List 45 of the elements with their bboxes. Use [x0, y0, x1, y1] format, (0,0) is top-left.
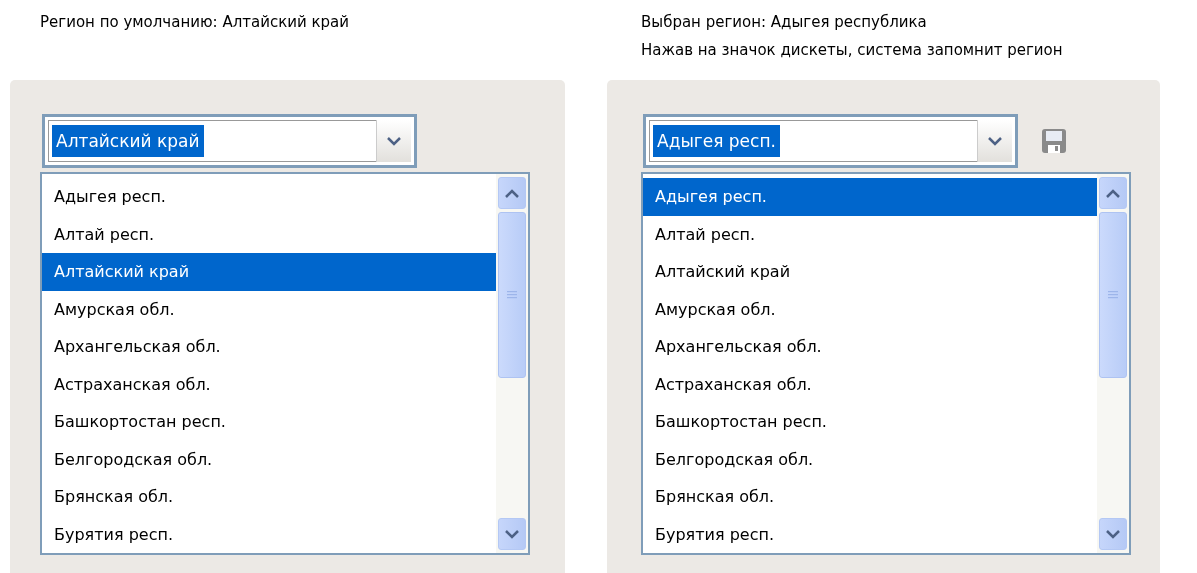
list-item[interactable]: Белгородская обл. — [643, 440, 1097, 478]
list-item[interactable]: Амурская обл. — [643, 290, 1097, 328]
chevron-down-icon — [1106, 529, 1120, 539]
list-item[interactable]: Брянская обл. — [42, 478, 496, 516]
chevron-up-icon — [505, 188, 519, 198]
list-item[interactable]: Амурская обл. — [42, 290, 496, 328]
region-combo-box[interactable]: Адыгея респ. — [643, 114, 1018, 168]
list-item[interactable]: Адыгея респ. — [643, 178, 1097, 216]
list-item[interactable]: Адыгея респ. — [42, 178, 496, 216]
scroll-up-button[interactable] — [1099, 177, 1127, 209]
list-item[interactable]: Алтайский край — [643, 253, 1097, 291]
chevron-up-icon — [1106, 188, 1120, 198]
list-item[interactable]: Алтай респ. — [42, 215, 496, 253]
list-item[interactable]: Брянская обл. — [643, 478, 1097, 516]
chevron-down-icon — [988, 136, 1002, 146]
region-combo-box[interactable]: Алтайский край — [42, 114, 417, 168]
list-item[interactable]: Башкортостан респ. — [643, 403, 1097, 441]
list-item[interactable]: Алтайский край — [42, 253, 496, 291]
chevron-down-icon — [387, 136, 401, 146]
caption-text: Нажав на значок дискеты, система запомнит регион — [641, 40, 1064, 61]
caption-text: Регион по умолчанию: Алтайский край — [40, 12, 351, 33]
list-item[interactable]: Алтай респ. — [643, 215, 1097, 253]
list-item[interactable]: Астраханская обл. — [42, 365, 496, 403]
combo-value: Адыгея респ. — [653, 125, 780, 157]
dropdown-button[interactable] — [977, 120, 1012, 162]
dropdown-button[interactable] — [376, 120, 411, 162]
scroll-up-button[interactable] — [498, 177, 526, 209]
list-item[interactable]: Башкортостан респ. — [42, 403, 496, 441]
scroll-thumb[interactable] — [1099, 212, 1127, 378]
scrollbar[interactable] — [1097, 174, 1129, 553]
scroll-down-button[interactable] — [1099, 518, 1127, 550]
chevron-down-icon — [505, 529, 519, 539]
combo-value: Алтайский край — [52, 125, 204, 157]
list-item[interactable]: Бурятия респ. — [42, 515, 496, 553]
list-item[interactable]: Архангельская обл. — [643, 328, 1097, 366]
list-item[interactable]: Астраханская обл. — [643, 365, 1097, 403]
scrollbar[interactable] — [496, 174, 528, 553]
list-item[interactable]: Бурятия респ. — [643, 515, 1097, 553]
caption-text: Выбран регион: Адыгея республика — [641, 12, 928, 33]
grip-icon — [1108, 290, 1118, 300]
list-item[interactable]: Архангельская обл. — [42, 328, 496, 366]
list-item[interactable]: Белгородская обл. — [42, 440, 496, 478]
scroll-down-button[interactable] — [498, 518, 526, 550]
scroll-thumb[interactable] — [498, 212, 526, 378]
grip-icon — [507, 290, 517, 300]
